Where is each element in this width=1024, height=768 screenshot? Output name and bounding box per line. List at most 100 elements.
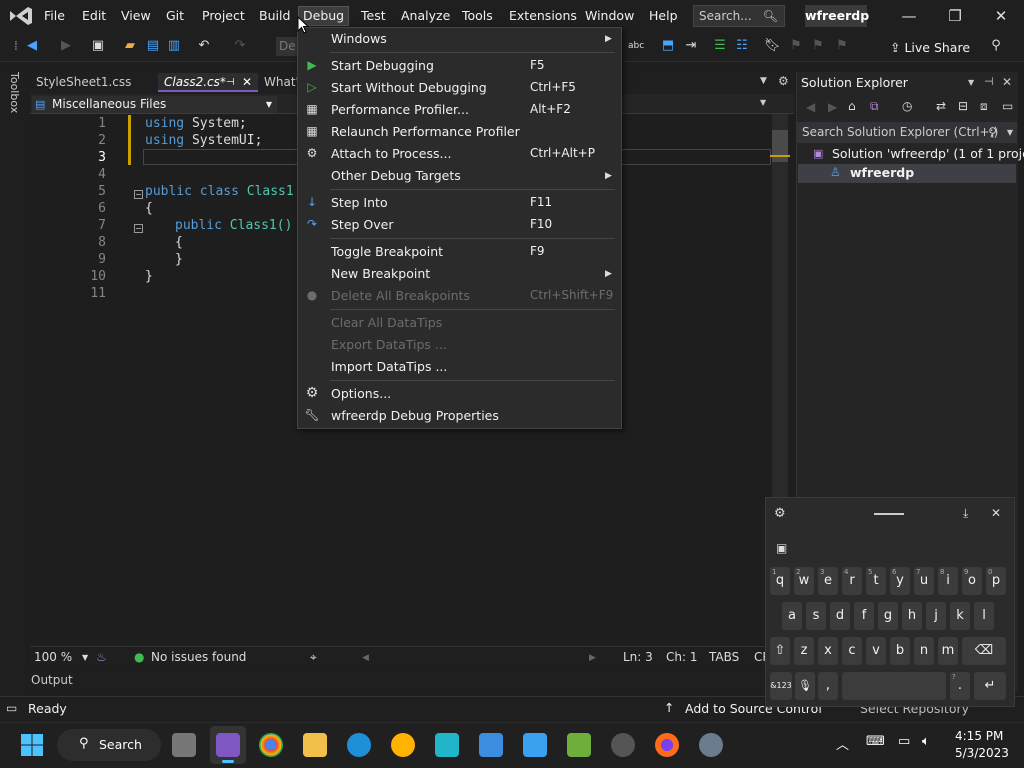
menu-item-start-without-debugging[interactable]: Start Without Debugging (331, 80, 487, 95)
menu-item-step-into[interactable]: Step Into (331, 195, 388, 210)
sync-icon[interactable]: ⇄ (936, 99, 946, 113)
feedback-icon[interactable]: ⚲ (988, 38, 1004, 54)
project-scope-dropdown[interactable]: ▤ Miscellaneous Files ▼ (32, 96, 277, 113)
menu-item-options[interactable]: Options... (331, 386, 391, 401)
menu-window[interactable]: Window (581, 7, 638, 25)
key-i[interactable]: 8i (938, 567, 958, 595)
keyboard-icon[interactable]: ⌨ (866, 734, 885, 749)
menu-item-toggle-breakpoint[interactable]: Toggle Breakpoint (331, 244, 443, 259)
menu-item-step-over[interactable]: Step Over (331, 217, 394, 232)
media-player-icon[interactable] (611, 733, 635, 757)
key-p[interactable]: 0p (986, 567, 1006, 595)
show-all-files-icon[interactable]: ⧈ (980, 99, 988, 114)
chrome-icon[interactable] (259, 733, 283, 757)
close-keyboard-icon[interactable]: ✕ (991, 506, 1001, 520)
close-icon[interactable]: ✕ (986, 6, 1016, 26)
azure-icon[interactable] (435, 733, 459, 757)
notepad-plus-plus-icon[interactable] (567, 733, 591, 757)
key-z[interactable]: z (794, 637, 814, 665)
backspace-key[interactable]: ⌫ (962, 637, 1006, 665)
windows-start-icon[interactable] (20, 733, 44, 757)
visual-studio-taskbar-icon[interactable] (216, 733, 240, 757)
weather-icon[interactable] (391, 733, 415, 757)
spell-check-icon[interactable]: abc (628, 38, 644, 54)
uncomment-icon[interactable]: ☷ (734, 38, 750, 54)
fold-toggle[interactable]: − (134, 224, 143, 233)
live-share-button[interactable]: ⇪ Live Share (890, 40, 970, 55)
menu-item-clear-datatips[interactable]: Clear All DataTips (331, 315, 442, 330)
key-c[interactable]: c (842, 637, 862, 665)
menu-item-import-datatips[interactable]: Import DataTips ... (331, 359, 447, 374)
menu-item-delete-all-breakpoints[interactable]: Delete All Breakpoints (331, 288, 470, 303)
open-folder-icon[interactable]: ▰ (122, 38, 138, 54)
undo-icon[interactable]: ↶ (196, 38, 212, 54)
menu-item-performance-profiler[interactable]: Performance Profiler... (331, 102, 469, 117)
shift-key[interactable]: ⇧ (770, 637, 790, 665)
member-dropdown-chevron-icon[interactable]: ▼ (760, 98, 766, 107)
key-a[interactable]: a (782, 602, 802, 630)
scrollbar-thumb[interactable] (772, 130, 788, 162)
key-o[interactable]: 9o (962, 567, 982, 595)
column-indicator[interactable]: Ch: 1 (666, 650, 697, 664)
menu-build[interactable]: Build (255, 7, 294, 25)
menu-item-new-breakpoint[interactable]: New Breakpoint (331, 266, 430, 281)
pin-icon[interactable]: ⊣ (984, 75, 994, 88)
tab-close-icon[interactable]: ✕ (242, 73, 252, 92)
line-indicator[interactable]: Ln: 3 (623, 650, 653, 664)
back-icon[interactable]: ◀ (806, 100, 815, 114)
menu-git[interactable]: Git (162, 7, 188, 25)
key-x[interactable]: x (818, 637, 838, 665)
menu-help[interactable]: Help (645, 7, 682, 25)
microphone-key[interactable]: 🎙︎ (795, 672, 815, 700)
solution-config-dropdown[interactable]: De (276, 37, 298, 56)
intellicode-icon[interactable]: ♨ (96, 650, 107, 664)
menu-view[interactable]: View (117, 7, 155, 25)
key-s[interactable]: s (806, 602, 826, 630)
save-all-icon[interactable]: ▥ (166, 38, 182, 54)
minimize-icon[interactable]: — (894, 6, 924, 26)
file-explorer-icon[interactable] (303, 733, 327, 757)
menu-file[interactable]: File (40, 7, 69, 25)
menu-item-attach-to-process[interactable]: Attach to Process... (331, 146, 451, 161)
code-cleanup-icon[interactable]: ⌖ (310, 650, 317, 665)
volume-icon[interactable]: 🔈︎ (922, 734, 930, 749)
solution-node[interactable]: Solution 'wfreerdp' (1 of 1 project) (832, 146, 1024, 161)
taskbar-search-box[interactable]: ⚲ Search (57, 729, 161, 761)
solution-name-badge[interactable]: wfreerdp (805, 5, 869, 27)
key-j[interactable]: j (926, 602, 946, 630)
comma-key[interactable]: , (818, 672, 838, 700)
forward-icon[interactable]: ▶ (58, 38, 74, 54)
key-v[interactable]: v (866, 637, 886, 665)
emoji-clipboard-icon[interactable]: ▣ (776, 541, 787, 555)
keyboard-settings-icon[interactable]: ⚙ (774, 506, 786, 521)
key-d[interactable]: d (830, 602, 850, 630)
task-view-icon[interactable] (172, 733, 196, 757)
tab-settings-icon[interactable]: ⚙ (778, 74, 789, 88)
home-icon[interactable]: ⌂ (848, 99, 856, 113)
key-r[interactable]: 4r (842, 567, 862, 595)
clock-time[interactable]: 4:15 PM (955, 729, 1003, 743)
key-w[interactable]: 2w (794, 567, 814, 595)
visual-studio-logo-icon[interactable] (8, 5, 34, 27)
key-k[interactable]: k (950, 602, 970, 630)
firefox-icon[interactable] (655, 733, 679, 757)
menu-item-start-debugging[interactable]: Start Debugging (331, 58, 434, 73)
switch-views-icon[interactable]: ⧉ (870, 99, 879, 114)
key-b[interactable]: b (890, 637, 910, 665)
network-icon[interactable]: ▭ (898, 734, 910, 749)
key-q[interactable]: 1q (770, 567, 790, 595)
prev-bookmark-icon[interactable]: ⚑ (788, 38, 804, 54)
tab-class2-cs[interactable]: Class2.cs* ⊣ ✕ (158, 73, 258, 92)
menu-tools[interactable]: Tools (458, 7, 497, 25)
key-h[interactable]: h (902, 602, 922, 630)
menu-edit[interactable]: Edit (78, 7, 110, 25)
next-bookmark-icon[interactable]: ⚑ (810, 38, 826, 54)
menu-item-other-debug-targets[interactable]: Other Debug Targets (331, 168, 461, 183)
close-panel-icon[interactable]: ✕ (1002, 75, 1012, 89)
menu-test[interactable]: Test (357, 7, 390, 25)
space-key[interactable] (842, 672, 946, 700)
pending-changes-icon[interactable]: ◷ (902, 99, 912, 113)
scroll-left-icon[interactable]: ◀ (362, 653, 369, 663)
properties-icon[interactable]: ▭ (1002, 99, 1013, 113)
enter-key[interactable]: ↵ (974, 672, 1006, 700)
